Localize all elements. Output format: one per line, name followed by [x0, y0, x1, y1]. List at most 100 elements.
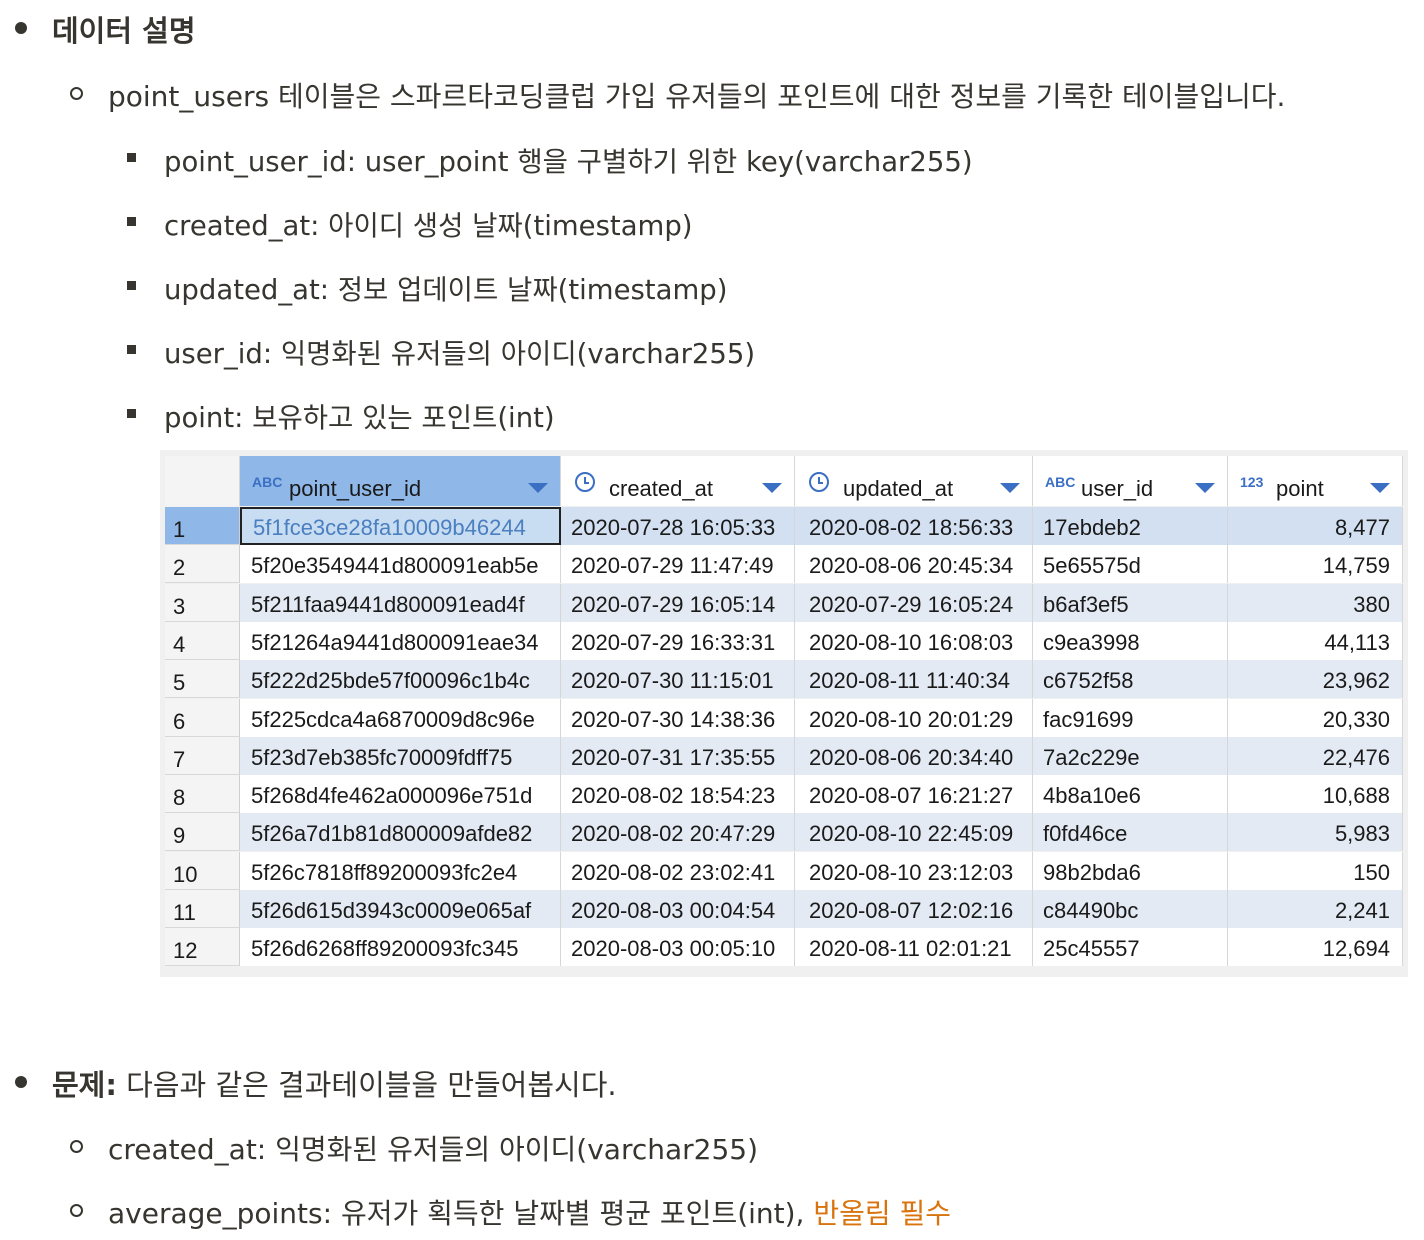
- row-number[interactable]: 6: [165, 698, 240, 737]
- table-cell[interactable]: 2020-08-10 22:45:09: [795, 813, 1033, 852]
- table-cell[interactable]: 5f1fce3ce28fa10009b46244: [240, 507, 561, 545]
- table-cell[interactable]: 2020-08-11 02:01:21: [795, 928, 1033, 967]
- bullet-square: [127, 281, 136, 290]
- table-cell[interactable]: 7a2c229e: [1033, 736, 1228, 775]
- column-header-updated-at[interactable]: updated_at: [795, 456, 1033, 506]
- table-row[interactable]: 6 5f225cdca4a6870009d8c96e 2020-07-30 14:3…: [165, 698, 1403, 737]
- row-number[interactable]: 1: [165, 507, 240, 545]
- table-cell[interactable]: 5f225cdca4a6870009d8c96e: [240, 698, 561, 737]
- column-header-point-user-id[interactable]: ABC point_user_id: [240, 456, 561, 506]
- table-cell[interactable]: 2020-08-03 00:05:10: [561, 928, 795, 967]
- table-cell[interactable]: 5f268d4fe462a000096e751d: [240, 775, 561, 814]
- table-cell[interactable]: 25c45557: [1033, 928, 1228, 967]
- table-cell[interactable]: 44,113: [1228, 621, 1403, 660]
- field-point-user-id: point_user_id: user_point 행을 구별하기 위한 key…: [164, 146, 973, 178]
- table-cell[interactable]: 5f26d6268ff89200093fc345: [240, 928, 561, 967]
- table-cell[interactable]: 5e65575d: [1033, 545, 1228, 584]
- column-header-created-at[interactable]: created_at: [561, 456, 795, 506]
- table-cell[interactable]: 5,983: [1228, 813, 1403, 852]
- table-cell[interactable]: c84490bc: [1033, 890, 1228, 928]
- row-number[interactable]: 9: [165, 813, 240, 852]
- table-cell[interactable]: 2020-07-30 11:15:01: [561, 660, 795, 699]
- table-cell[interactable]: 5f26d615d3943c0009e065af: [240, 890, 561, 928]
- table-cell[interactable]: 5f21264a9441d800091eae34: [240, 621, 561, 660]
- table-cell[interactable]: 2020-08-06 20:45:34: [795, 545, 1033, 584]
- table-cell[interactable]: 20,330: [1228, 698, 1403, 737]
- table-cell[interactable]: 2020-07-29 16:33:31: [561, 621, 795, 660]
- table-row[interactable]: 1 5f1fce3ce28fa10009b46244 2020-07-28 16:0…: [165, 507, 1403, 545]
- field-user-id: user_id: 익명화된 유저들의 아이디(varchar255): [164, 338, 756, 370]
- problem-label: 문제:: [52, 1068, 117, 1102]
- table-cell[interactable]: c9ea3998: [1033, 621, 1228, 660]
- table-row[interactable]: 3 5f211faa9441d800091ead4f 2020-07-29 16:0…: [165, 583, 1403, 622]
- table-row[interactable]: 11 5f26d615d3943c0009e065af 2020-08-03 00:…: [165, 890, 1403, 928]
- table-cell[interactable]: 8,477: [1228, 507, 1403, 545]
- field-point: point: 보유하고 있는 포인트(int): [164, 402, 555, 434]
- table-cell[interactable]: 12,694: [1228, 928, 1403, 967]
- table-cell[interactable]: 2020-07-29 11:47:49: [561, 545, 795, 584]
- table-cell[interactable]: 2020-08-06 20:34:40: [795, 736, 1033, 775]
- table-cell[interactable]: 2020-08-02 18:54:23: [561, 775, 795, 814]
- row-number[interactable]: 11: [165, 890, 240, 928]
- table-cell[interactable]: 98b2bda6: [1033, 851, 1228, 890]
- table-cell[interactable]: 2020-07-30 14:38:36: [561, 698, 795, 737]
- row-number[interactable]: 2: [165, 545, 240, 584]
- table-cell[interactable]: 10,688: [1228, 775, 1403, 814]
- table-cell[interactable]: 2020-08-10 20:01:29: [795, 698, 1033, 737]
- table-row[interactable]: 9 5f26a7d1b81d800009afde82 2020-08-02 20:4…: [165, 813, 1403, 852]
- table-cell[interactable]: 380: [1228, 583, 1403, 622]
- table-cell[interactable]: 2020-08-10 16:08:03: [795, 621, 1033, 660]
- table-cell[interactable]: 2020-08-07 12:02:16: [795, 890, 1033, 928]
- row-number[interactable]: 12: [165, 928, 240, 967]
- table-cell[interactable]: 5f20e3549441d800091eab5e: [240, 545, 561, 584]
- table-cell[interactable]: c6752f58: [1033, 660, 1228, 699]
- table-cell[interactable]: b6af3ef5: [1033, 583, 1228, 622]
- column-header-point[interactable]: 123 point: [1228, 456, 1403, 506]
- row-number[interactable]: 3: [165, 583, 240, 622]
- table-row[interactable]: 2 5f20e3549441d800091eab5e 2020-07-29 11:4…: [165, 545, 1403, 584]
- sort-dropdown-icon[interactable]: [1370, 483, 1390, 493]
- table-cell[interactable]: 2020-07-28 16:05:33: [561, 507, 795, 545]
- row-number[interactable]: 7: [165, 736, 240, 775]
- row-number[interactable]: 4: [165, 621, 240, 660]
- table-cell[interactable]: 2020-08-02 18:56:33: [795, 507, 1033, 545]
- sort-dropdown-icon[interactable]: [528, 483, 548, 493]
- table-row[interactable]: 10 5f26c7818ff89200093fc2e4 2020-08-02 23:…: [165, 851, 1403, 890]
- table-cell[interactable]: 14,759: [1228, 545, 1403, 584]
- table-cell[interactable]: 17ebdeb2: [1033, 507, 1228, 545]
- table-cell[interactable]: 2020-08-03 00:04:54: [561, 890, 795, 928]
- table-row[interactable]: 7 5f23d7eb385fc70009fdff75 2020-07-31 17:3…: [165, 736, 1403, 775]
- table-cell[interactable]: 23,962: [1228, 660, 1403, 699]
- table-row[interactable]: 12 5f26d6268ff89200093fc345 2020-08-03 00:…: [165, 928, 1403, 967]
- row-number[interactable]: 8: [165, 775, 240, 814]
- table-row[interactable]: 5 5f222d25bde57f00096c1b4c 2020-07-30 11:1…: [165, 660, 1403, 699]
- table-cell[interactable]: 2020-08-11 11:40:34: [795, 660, 1033, 699]
- table-cell[interactable]: 5f26a7d1b81d800009afde82: [240, 813, 561, 852]
- table-cell[interactable]: 22,476: [1228, 736, 1403, 775]
- table-cell[interactable]: 2020-08-02 23:02:41: [561, 851, 795, 890]
- table-cell[interactable]: fac91699: [1033, 698, 1228, 737]
- table-cell[interactable]: 5f23d7eb385fc70009fdff75: [240, 736, 561, 775]
- table-cell[interactable]: 2020-07-29 16:05:14: [561, 583, 795, 622]
- sort-dropdown-icon[interactable]: [1000, 483, 1020, 493]
- table-row[interactable]: 8 5f268d4fe462a000096e751d 2020-08-02 18:5…: [165, 775, 1403, 814]
- result-grid: ABC point_user_id created_at updated_at …: [160, 450, 1408, 977]
- table-cell[interactable]: 2020-08-10 23:12:03: [795, 851, 1033, 890]
- table-cell[interactable]: 2,241: [1228, 890, 1403, 928]
- table-cell[interactable]: 2020-07-29 16:05:24: [795, 583, 1033, 622]
- table-cell[interactable]: f0fd46ce: [1033, 813, 1228, 852]
- table-cell[interactable]: 5f26c7818ff89200093fc2e4: [240, 851, 561, 890]
- row-number[interactable]: 10: [165, 851, 240, 890]
- table-cell[interactable]: 2020-08-07 16:21:27: [795, 775, 1033, 814]
- sort-dropdown-icon[interactable]: [1195, 483, 1215, 493]
- table-cell[interactable]: 5f222d25bde57f00096c1b4c: [240, 660, 561, 699]
- table-cell[interactable]: 5f211faa9441d800091ead4f: [240, 583, 561, 622]
- table-cell[interactable]: 2020-08-02 20:47:29: [561, 813, 795, 852]
- table-cell[interactable]: 150: [1228, 851, 1403, 890]
- table-row[interactable]: 4 5f21264a9441d800091eae34 2020-07-29 16:3…: [165, 621, 1403, 660]
- row-number[interactable]: 5: [165, 660, 240, 699]
- table-cell[interactable]: 2020-07-31 17:35:55: [561, 736, 795, 775]
- sort-dropdown-icon[interactable]: [762, 483, 782, 493]
- column-header-user-id[interactable]: ABC user_id: [1033, 456, 1228, 506]
- table-cell[interactable]: 4b8a10e6: [1033, 775, 1228, 814]
